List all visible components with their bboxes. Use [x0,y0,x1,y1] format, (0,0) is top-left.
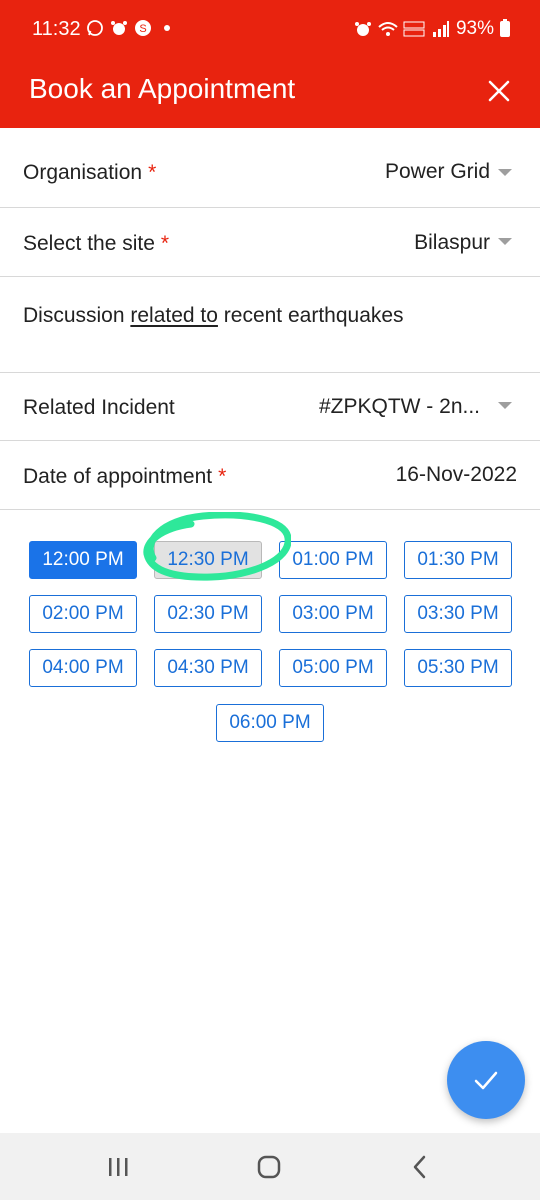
site-label: Select the site * [23,232,170,255]
svg-text:S: S [139,23,146,35]
page-title: Book an Appointment [29,73,296,104]
recent-apps-button[interactable] [98,1151,138,1183]
home-icon [257,1155,281,1179]
time-slot[interactable]: 12:00 PM [29,541,137,579]
s-app-icon: S [134,19,152,37]
battery-icon [500,19,510,37]
incident-value: #ZPKQTW - 2n... [318,395,480,418]
back-button[interactable] [400,1151,440,1183]
close-button[interactable] [484,76,514,106]
app-bar: Book an Appointment [0,58,540,128]
close-icon [488,80,510,102]
system-nav-bar [0,1133,540,1200]
time-slot[interactable]: 02:30 PM [154,595,262,633]
time-slot[interactable]: 03:30 PM [404,595,512,633]
status-bar: 11:32 S 93% [0,0,540,58]
incident-label: Related Incident [23,396,175,419]
alarm-icon [110,19,128,37]
chevron-down-icon [498,238,512,245]
chevron-down-icon [498,402,512,409]
required-marker: * [218,465,227,488]
date-label: Date of appointment * [23,465,227,488]
time-slot[interactable]: 04:00 PM [29,649,137,687]
organisation-label: Organisation * [23,161,157,184]
required-marker: * [148,161,157,184]
recent-apps-icon [109,1158,128,1176]
time-slot[interactable]: 05:30 PM [404,649,512,687]
chevron-down-icon [498,169,512,176]
annotation-circle [143,512,291,581]
time-slot[interactable]: 01:00 PM [279,541,387,579]
volte-lte-icon [402,20,426,38]
site-value: Bilaspur [414,231,490,254]
time-slot[interactable]: 06:00 PM [216,704,324,742]
time-slot[interactable]: 05:00 PM [279,649,387,687]
date-field[interactable]: Date of appointment * 16-Nov-2022 [0,441,540,510]
status-time: 11:32 [32,18,81,40]
time-slot[interactable]: 03:00 PM [279,595,387,633]
checkmark-icon [474,1071,498,1090]
time-slot[interactable]: 02:00 PM [29,595,137,633]
organisation-select[interactable]: Organisation * Power Grid [0,128,540,208]
time-slot[interactable]: 04:30 PM [154,649,262,687]
home-button[interactable] [249,1151,289,1183]
organisation-value: Power Grid [384,160,490,183]
time-slot[interactable]: 01:30 PM [404,541,512,579]
related-incident-select[interactable]: Related Incident #ZPKQTW - 2n... [0,373,540,441]
whatsapp-icon [86,19,104,37]
date-value: 16-Nov-2022 [395,463,517,486]
battery-percent: 93% [455,18,494,39]
site-select[interactable]: Select the site * Bilaspur [0,208,540,277]
underlined-phrase: related to [130,304,218,327]
submit-fab-button[interactable] [447,1041,525,1119]
required-marker: * [160,232,170,255]
notification-dot [164,25,170,31]
wifi-icon [378,20,398,38]
description-text: Discussion related to recent earthquakes [23,304,404,327]
alarm-icon [354,20,372,38]
back-icon [413,1155,426,1179]
signal-icon [432,20,450,38]
